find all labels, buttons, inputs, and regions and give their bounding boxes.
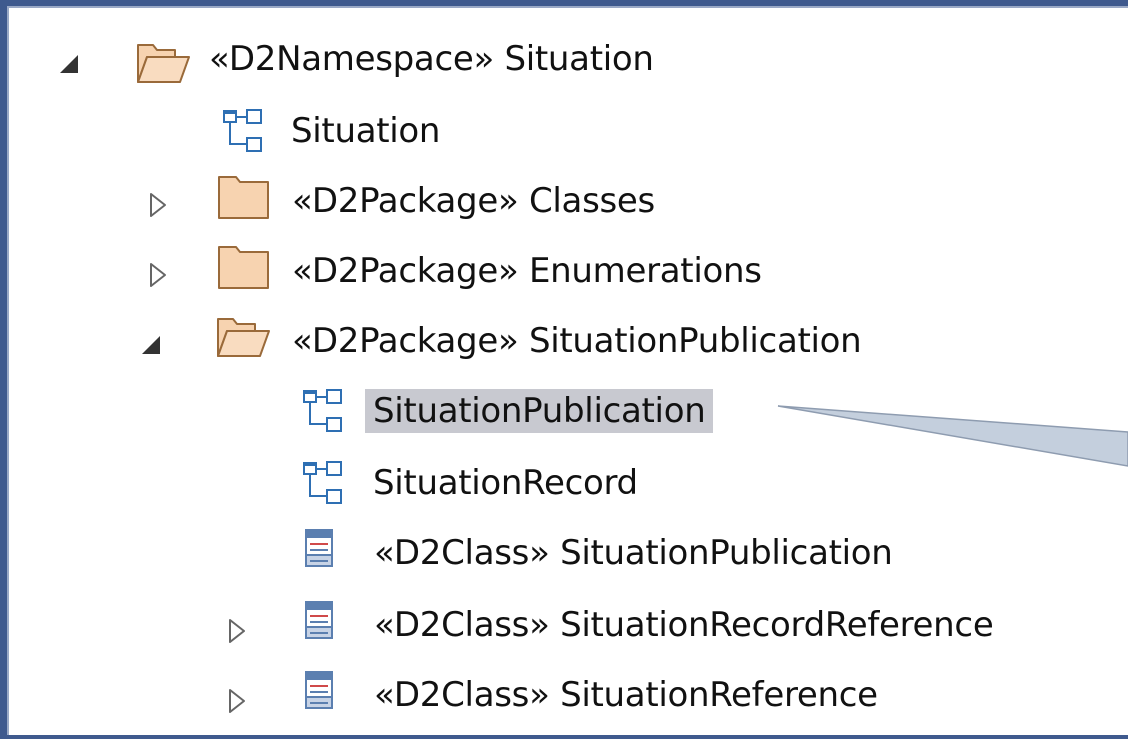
folder-closed-icon [216, 172, 272, 222]
folder-open-icon [215, 314, 271, 360]
tree-item-diagram-situationrecord[interactable]: SituationRecord [365, 447, 646, 519]
tree-item-package-classes[interactable]: «D2Package» Classes [284, 165, 663, 237]
folder-open-icon [135, 40, 191, 86]
diagram-icon [301, 460, 347, 508]
expanded-toggle-icon[interactable] [58, 53, 80, 79]
window-frame: «D2Namespace» Situation Situation «D2Pac… [0, 0, 1128, 739]
tree-item-label: «D2Package» Classes [292, 181, 655, 221]
diagram-icon [221, 108, 267, 156]
tree-item-diagram-situationpublication[interactable]: SituationPublication [365, 375, 714, 447]
class-icon [304, 670, 334, 710]
tree-item-class-situationrecordreference[interactable]: «D2Class» SituationRecordReference [366, 589, 1001, 661]
tree-item-diagram-situation[interactable]: Situation [283, 95, 448, 167]
diagram-icon [301, 388, 347, 436]
tree-item-label: Situation [291, 111, 441, 151]
tree-item-label: «D2Class» SituationRecordReference [374, 605, 994, 645]
collapsed-toggle-icon[interactable] [226, 688, 248, 714]
collapsed-toggle-icon[interactable] [147, 192, 169, 218]
tree-item-class-situationreference[interactable]: «D2Class» SituationReference [366, 659, 886, 731]
tree-item-namespace-situation[interactable]: «D2Namespace» Situation [201, 23, 662, 95]
tree-item-label: SituationRecord [373, 463, 638, 503]
class-icon [304, 600, 334, 640]
expanded-toggle-icon[interactable] [140, 334, 162, 360]
tree-item-class-situationpublication[interactable]: «D2Class» SituationPublication [366, 517, 901, 589]
tree-item-label: «D2Class» SituationPublication [374, 533, 893, 573]
tree-item-package-enumerations[interactable]: «D2Package» Enumerations [284, 235, 770, 307]
tree-item-label: «D2Namespace» Situation [209, 39, 654, 79]
collapsed-toggle-icon[interactable] [226, 618, 248, 644]
project-browser-tree: «D2Namespace» Situation Situation «D2Pac… [7, 6, 1128, 735]
tree-item-label: «D2Class» SituationReference [374, 675, 878, 715]
folder-closed-icon [216, 242, 272, 292]
tree-item-label: «D2Package» SituationPublication [292, 321, 862, 361]
tree-item-package-situationpublication[interactable]: «D2Package» SituationPublication [284, 305, 869, 377]
tree-item-label: SituationPublication [365, 389, 714, 433]
tree-item-label: «D2Package» Enumerations [292, 251, 762, 291]
class-icon [304, 528, 334, 568]
collapsed-toggle-icon[interactable] [147, 262, 169, 288]
